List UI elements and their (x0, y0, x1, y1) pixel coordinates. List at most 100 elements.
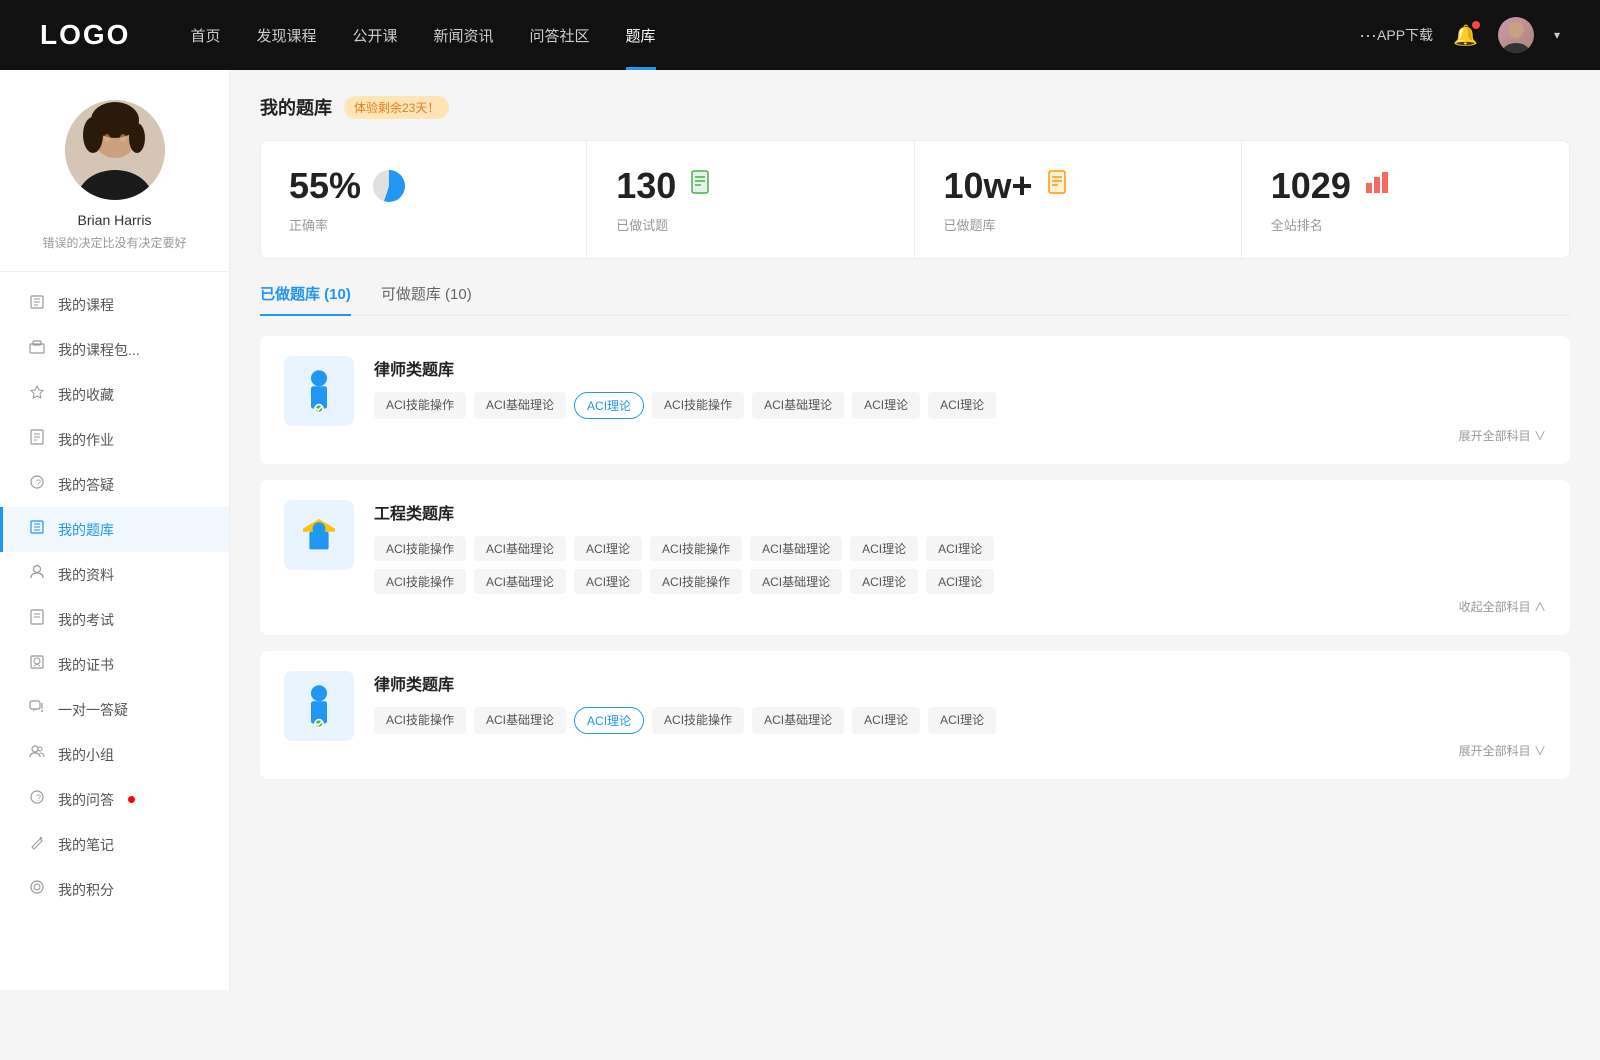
tag-lawyer2-2[interactable]: ACI理论 (574, 707, 644, 734)
collapse-button-engineer1[interactable]: 收起全部科目 ∧ (374, 598, 1546, 615)
sidebar-item-label-myqa: 我的问答 (58, 790, 114, 810)
nav-link-问答社区[interactable]: 问答社区 (530, 25, 590, 46)
sidebar-item-group[interactable]: 我的小组 (0, 732, 229, 777)
stat-top-1: 130 (616, 165, 885, 207)
tag-lawyer1-1[interactable]: ACI基础理论 (474, 392, 566, 419)
tag-lawyer2-6[interactable]: ACI理论 (928, 707, 996, 734)
tag-lawyer2-1[interactable]: ACI基础理论 (474, 707, 566, 734)
tabs-row: 已做题库 (10) 可做题库 (10) (260, 283, 1570, 316)
nav-link-新闻资讯[interactable]: 新闻资讯 (434, 25, 494, 46)
tag-lawyer2-4[interactable]: ACI基础理论 (752, 707, 844, 734)
sidebar-item-tutoring[interactable]: 一对一答疑 (0, 687, 229, 732)
stat-card-0: 55% 正确率 (261, 141, 587, 258)
tab-0[interactable]: 已做题库 (10) (260, 283, 351, 314)
sidebar-menu: 我的课程我的课程包... 我的收藏我的作业? 我的答疑我的题库我的资料我的考试我的证… (0, 272, 229, 922)
sidebar-item-notes[interactable]: 我的笔记 (0, 822, 229, 867)
nav-links: 首页 发现课程 公开课 新闻资讯 问答社区 题库 (190, 25, 1359, 46)
notification-bell[interactable]: 🔔 (1453, 23, 1478, 48)
stat-icon-0 (373, 170, 405, 202)
tab-1[interactable]: 可做题库 (10) (381, 283, 472, 314)
nav-link-发现课程[interactable]: 发现课程 (256, 25, 316, 46)
tag-engineer1-2[interactable]: ACI理论 (574, 536, 642, 561)
sidebar-item-label-cert: 我的证书 (58, 655, 114, 675)
tag-lawyer1-2[interactable]: ACI理论 (574, 392, 644, 419)
tag-lawyer1-6[interactable]: ACI理论 (928, 392, 996, 419)
tag-lawyer1-3[interactable]: ACI技能操作 (652, 392, 744, 419)
nav-link-公开课[interactable]: 公开课 (352, 25, 397, 46)
cert-icon (28, 654, 46, 675)
expand-button-lawyer1[interactable]: 展开全部科目 ∨ (374, 427, 1546, 444)
bank-info-lawyer1: 律师类题库ACI技能操作ACI基础理论ACI理论ACI技能操作ACI基础理论AC… (374, 356, 1546, 444)
sidebar-item-label-qa: 我的答疑 (58, 475, 114, 495)
engineer-bank-icon (284, 500, 354, 570)
sidebar-item-homework[interactable]: 我的作业 (0, 417, 229, 462)
tag-row2-engineer1-5[interactable]: ACI理论 (850, 569, 918, 594)
group-icon (28, 744, 46, 765)
tag-lawyer2-5[interactable]: ACI理论 (852, 707, 920, 734)
sidebar-item-cert[interactable]: 我的证书 (0, 642, 229, 687)
tag-engineer1-6[interactable]: ACI理论 (926, 536, 994, 561)
tag-lawyer1-4[interactable]: ACI基础理论 (752, 392, 844, 419)
sidebar-item-profile[interactable]: 我的资料 (0, 552, 229, 597)
sidebar-item-qa[interactable]: ? 我的答疑 (0, 462, 229, 507)
sidebar-item-exam[interactable]: 我的考试 (0, 597, 229, 642)
sidebar-item-course[interactable]: 我的课程 (0, 282, 229, 327)
sidebar-item-myqa[interactable]: ? 我的问答 (0, 777, 229, 822)
sidebar-item-label-points: 我的积分 (58, 880, 114, 900)
stat-icon-3 (1363, 169, 1391, 204)
sidebar-item-qbank[interactable]: 我的题库 (0, 507, 229, 552)
tag-row2-engineer1-3[interactable]: ACI技能操作 (650, 569, 742, 594)
expand-button-lawyer2[interactable]: 展开全部科目 ∨ (374, 742, 1546, 759)
tag-lawyer2-0[interactable]: ACI技能操作 (374, 707, 466, 734)
sidebar-item-points[interactable]: 我的积分 (0, 867, 229, 912)
bank-info-lawyer2: 律师类题库 ACI技能操作 ACI基础理论 ACI理论 ACI技能操作 ACI基础理论 AC… (374, 671, 1546, 759)
tag-engineer1-4[interactable]: ACI基础理论 (750, 536, 842, 561)
stat-icon-2 (1045, 169, 1073, 204)
sidebar-item-label-notes: 我的笔记 (58, 835, 114, 855)
bank-card-header-lawyer2: 律师类题库 ACI技能操作 ACI基础理论 ACI理论 ACI技能操作 ACI基础理论 AC… (284, 671, 1546, 759)
sidebar-item-course-pkg[interactable]: 我的课程包... (0, 327, 229, 372)
app-download-button[interactable]: APP下载 (1377, 25, 1433, 45)
sidebar-item-label-favorites: 我的收藏 (58, 385, 114, 405)
tag-lawyer2-3[interactable]: ACI技能操作 (652, 707, 744, 734)
sidebar-item-label-group: 我的小组 (58, 745, 114, 765)
nav-link-首页[interactable]: 首页 (190, 25, 220, 46)
course-icon (28, 294, 46, 315)
sidebar-item-label-profile: 我的资料 (58, 565, 114, 585)
user-dropdown-icon[interactable]: ▾ (1554, 28, 1560, 42)
stats-row: 55% 正确率 130 已做试题 10w+ 已做题库 1029 全站排名 (260, 140, 1570, 259)
user-avatar[interactable] (1498, 17, 1534, 53)
user-motto: 错误的决定比没有决定要好 (42, 234, 186, 251)
tag-row2-engineer1-6[interactable]: ACI理论 (926, 569, 994, 594)
tag-engineer1-5[interactable]: ACI理论 (850, 536, 918, 561)
bank-card-lawyer1: 律师类题库ACI技能操作ACI基础理论ACI理论ACI技能操作ACI基础理论AC… (260, 336, 1570, 464)
qa-icon: ? (28, 474, 46, 495)
tag-row2-engineer1-0[interactable]: ACI技能操作 (374, 569, 466, 594)
navbar: LOGO 首页 发现课程 公开课 新闻资讯 问答社区 题库 ··· APP下载 🔔 ▾ (0, 0, 1600, 70)
tag-row2-engineer1-1[interactable]: ACI基础理论 (474, 569, 566, 594)
stat-card-1: 130 已做试题 (588, 141, 914, 258)
tag-engineer1-1[interactable]: ACI基础理论 (474, 536, 566, 561)
sidebar-item-label-course: 我的课程 (58, 295, 114, 315)
tag-engineer1-0[interactable]: ACI技能操作 (374, 536, 466, 561)
tag-row2-engineer1-2[interactable]: ACI理论 (574, 569, 642, 594)
stat-value-2: 10w+ (944, 165, 1033, 207)
course-pkg-icon (28, 339, 46, 360)
sidebar-item-favorites[interactable]: 我的收藏 (0, 372, 229, 417)
bank-tags-lawyer1: ACI技能操作 ACI基础理论 ACI理论 ACI技能操作 ACI基础理论 ACI理论 AC… (374, 392, 1546, 419)
tag-row2-engineer1-4[interactable]: ACI基础理论 (750, 569, 842, 594)
nav-link-题库[interactable]: 题库 (626, 25, 656, 46)
sidebar: Brian Harris 错误的决定比没有决定要好 我的课程我的课程包...我的… (0, 70, 230, 990)
page-wrapper: Brian Harris 错误的决定比没有决定要好 我的课程我的课程包...我的… (0, 70, 1600, 990)
bank-name-lawyer2: 律师类题库 (374, 671, 1546, 695)
tag-lawyer1-0[interactable]: ACI技能操作 (374, 392, 466, 419)
bank-tags-engineer1: ACI技能操作 ACI基础理论 ACI理论 ACI技能操作 ACI基础理论 ACI理论 AC… (374, 536, 1546, 561)
nav-more[interactable]: ··· (1359, 25, 1377, 46)
tag-lawyer1-5[interactable]: ACI理论 (852, 392, 920, 419)
myqa-icon: ? (28, 789, 46, 810)
tag-engineer1-3[interactable]: ACI技能操作 (650, 536, 742, 561)
doc-green-icon (688, 169, 716, 197)
nav-logo[interactable]: LOGO (40, 19, 130, 51)
bank-card-header-engineer1: 工程类题库ACI技能操作ACI基础理论ACI理论ACI技能操作ACI基础理论AC… (284, 500, 1546, 615)
chart-red-icon (1363, 169, 1391, 197)
